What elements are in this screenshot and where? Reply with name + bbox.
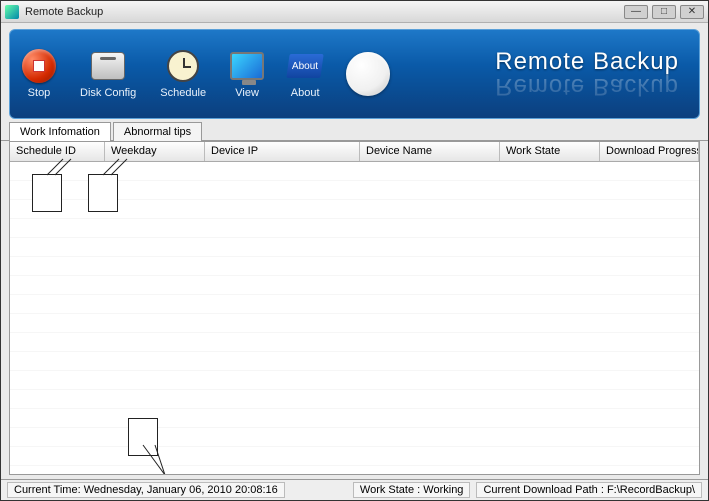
window-title: Remote Backup bbox=[25, 6, 103, 18]
disk-config-button[interactable]: Disk Config bbox=[80, 49, 136, 99]
col-device-name[interactable]: Device Name bbox=[360, 142, 500, 161]
app-icon bbox=[5, 5, 19, 19]
titlebar: Remote Backup — □ ✕ bbox=[1, 1, 708, 23]
status-work-state: Work State : Working bbox=[353, 482, 471, 498]
annotation-callout bbox=[88, 174, 118, 212]
stop-button[interactable]: Stop bbox=[22, 49, 56, 99]
col-weekday[interactable]: Weekday bbox=[105, 142, 205, 161]
tab-abnormal-tips[interactable]: Abnormal tips bbox=[113, 122, 202, 141]
status-download-path: Current Download Path : F:\RecordBackup\ bbox=[476, 482, 702, 498]
maximize-button[interactable]: □ bbox=[652, 5, 676, 19]
annotation-callout bbox=[128, 418, 158, 456]
download-path-label: Current Download Path : bbox=[483, 484, 603, 496]
app-window: Remote Backup — □ ✕ Stop Disk Config Sch… bbox=[0, 0, 709, 501]
header-toolbar: Stop Disk Config Schedule View About Abo… bbox=[9, 29, 700, 119]
annotation-callout bbox=[32, 174, 62, 212]
status-current-time: Current Time: Wednesday, January 06, 201… bbox=[7, 482, 285, 498]
schedule-label: Schedule bbox=[160, 87, 206, 99]
disk-icon bbox=[91, 52, 125, 80]
col-schedule-id[interactable]: Schedule ID bbox=[10, 142, 105, 161]
work-state-label: Work State : bbox=[360, 484, 420, 496]
brand-reflection: Remote Backup bbox=[495, 72, 679, 100]
col-device-ip[interactable]: Device IP bbox=[205, 142, 360, 161]
schedule-button[interactable]: Schedule bbox=[160, 49, 206, 99]
download-path-value: F:\RecordBackup\ bbox=[607, 484, 695, 496]
view-label: View bbox=[235, 87, 259, 99]
current-time-value: Wednesday, January 06, 2010 20:08:16 bbox=[84, 484, 278, 496]
content-area: Schedule ID Weekday Device IP Device Nam… bbox=[9, 141, 700, 475]
stop-icon bbox=[22, 49, 56, 83]
col-download-progress[interactable]: Download Progress bbox=[600, 142, 699, 161]
about-button[interactable]: About About bbox=[288, 49, 322, 99]
view-button[interactable]: View bbox=[230, 49, 264, 99]
brand: Remote Backup Remote Backup bbox=[495, 48, 687, 100]
tab-bar: Work Infomation Abnormal tips bbox=[1, 121, 708, 141]
decorative-orb bbox=[346, 52, 390, 96]
col-work-state[interactable]: Work State bbox=[500, 142, 600, 161]
about-icon: About bbox=[286, 54, 323, 78]
work-state-value: Working bbox=[423, 484, 463, 496]
minimize-button[interactable]: — bbox=[624, 5, 648, 19]
clock-icon bbox=[167, 50, 199, 82]
about-label: About bbox=[291, 87, 320, 99]
current-time-label: Current Time: bbox=[14, 484, 81, 496]
close-button[interactable]: ✕ bbox=[680, 5, 704, 19]
status-bar: Current Time: Wednesday, January 06, 201… bbox=[1, 479, 708, 500]
table-header: Schedule ID Weekday Device IP Device Nam… bbox=[10, 142, 699, 162]
disk-config-label: Disk Config bbox=[80, 87, 136, 99]
stop-label: Stop bbox=[28, 87, 51, 99]
tab-work-information[interactable]: Work Infomation bbox=[9, 122, 111, 141]
monitor-icon bbox=[230, 52, 264, 80]
